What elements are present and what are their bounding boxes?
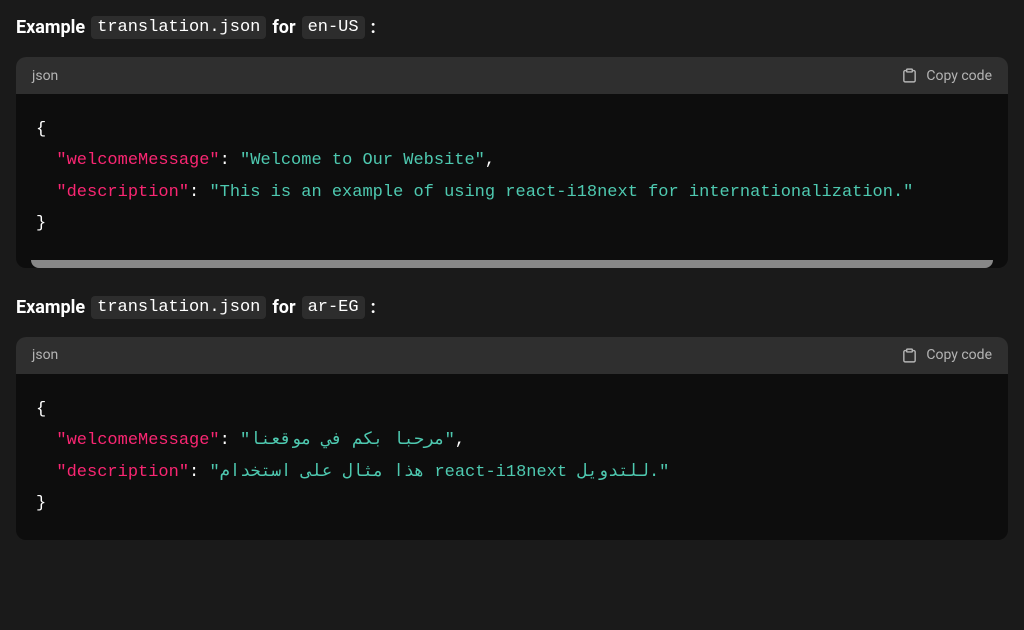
code-header: json Copy code [16, 57, 1008, 94]
heading-suffix: : [371, 17, 376, 38]
heading-code-locale: ar-EG [302, 296, 365, 319]
code-content: { "welcomeMessage": "مرحبا بكم في موقعنا… [36, 394, 988, 520]
example-heading-ar: Example translation.json for ar-EG : [16, 296, 1008, 319]
copy-code-button[interactable]: Copy code [901, 347, 992, 364]
heading-code-filename: translation.json [91, 16, 266, 39]
heading-code-filename: translation.json [91, 296, 266, 319]
heading-code-locale: en-US [302, 16, 365, 39]
code-language-label: json [32, 347, 58, 363]
heading-prefix: Example [16, 17, 85, 38]
code-block-ar: json Copy code { "welcomeMessage": "مرحب… [16, 337, 1008, 540]
code-body[interactable]: { "welcomeMessage": "مرحبا بكم في موقعنا… [16, 374, 1008, 540]
code-body[interactable]: { "welcomeMessage": "Welcome to Our Webs… [16, 94, 1008, 264]
copy-code-button[interactable]: Copy code [901, 67, 992, 84]
code-header: json Copy code [16, 337, 1008, 374]
horizontal-scrollbar[interactable] [31, 260, 993, 268]
code-language-label: json [32, 68, 58, 84]
heading-mid: for [272, 17, 295, 38]
clipboard-icon [901, 67, 918, 84]
heading-mid: for [272, 297, 295, 318]
heading-suffix: : [371, 297, 376, 318]
example-heading-en: Example translation.json for en-US : [16, 16, 1008, 39]
heading-prefix: Example [16, 297, 85, 318]
code-block-en: json Copy code { "welcomeMessage": "Welc… [16, 57, 1008, 268]
copy-code-label: Copy code [926, 68, 992, 84]
code-content: { "welcomeMessage": "Welcome to Our Webs… [36, 114, 988, 240]
copy-code-label: Copy code [926, 347, 992, 363]
clipboard-icon [901, 347, 918, 364]
